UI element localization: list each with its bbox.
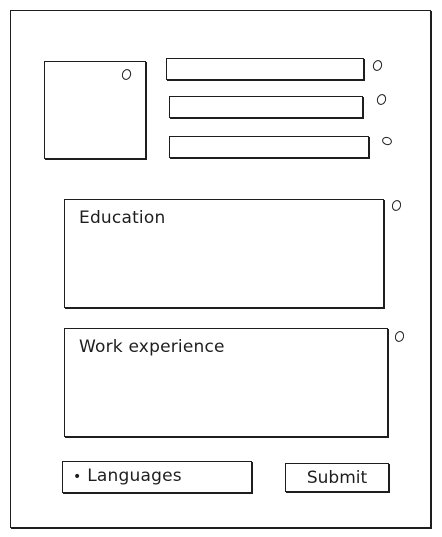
languages-label: Languages (87, 466, 182, 486)
text-field-2[interactable] (169, 96, 363, 118)
submit-button[interactable]: Submit (285, 463, 389, 492)
bullet-icon: • (73, 469, 82, 485)
education-label: Education (79, 208, 166, 228)
languages-list[interactable]: • Languages (62, 461, 252, 493)
work-experience-textarea[interactable]: Work experience (64, 328, 388, 437)
education-textarea[interactable]: Education (64, 199, 384, 308)
work-experience-label: Work experience (79, 337, 225, 357)
text-field-3[interactable] (169, 136, 369, 158)
text-field-1[interactable] (166, 58, 364, 80)
